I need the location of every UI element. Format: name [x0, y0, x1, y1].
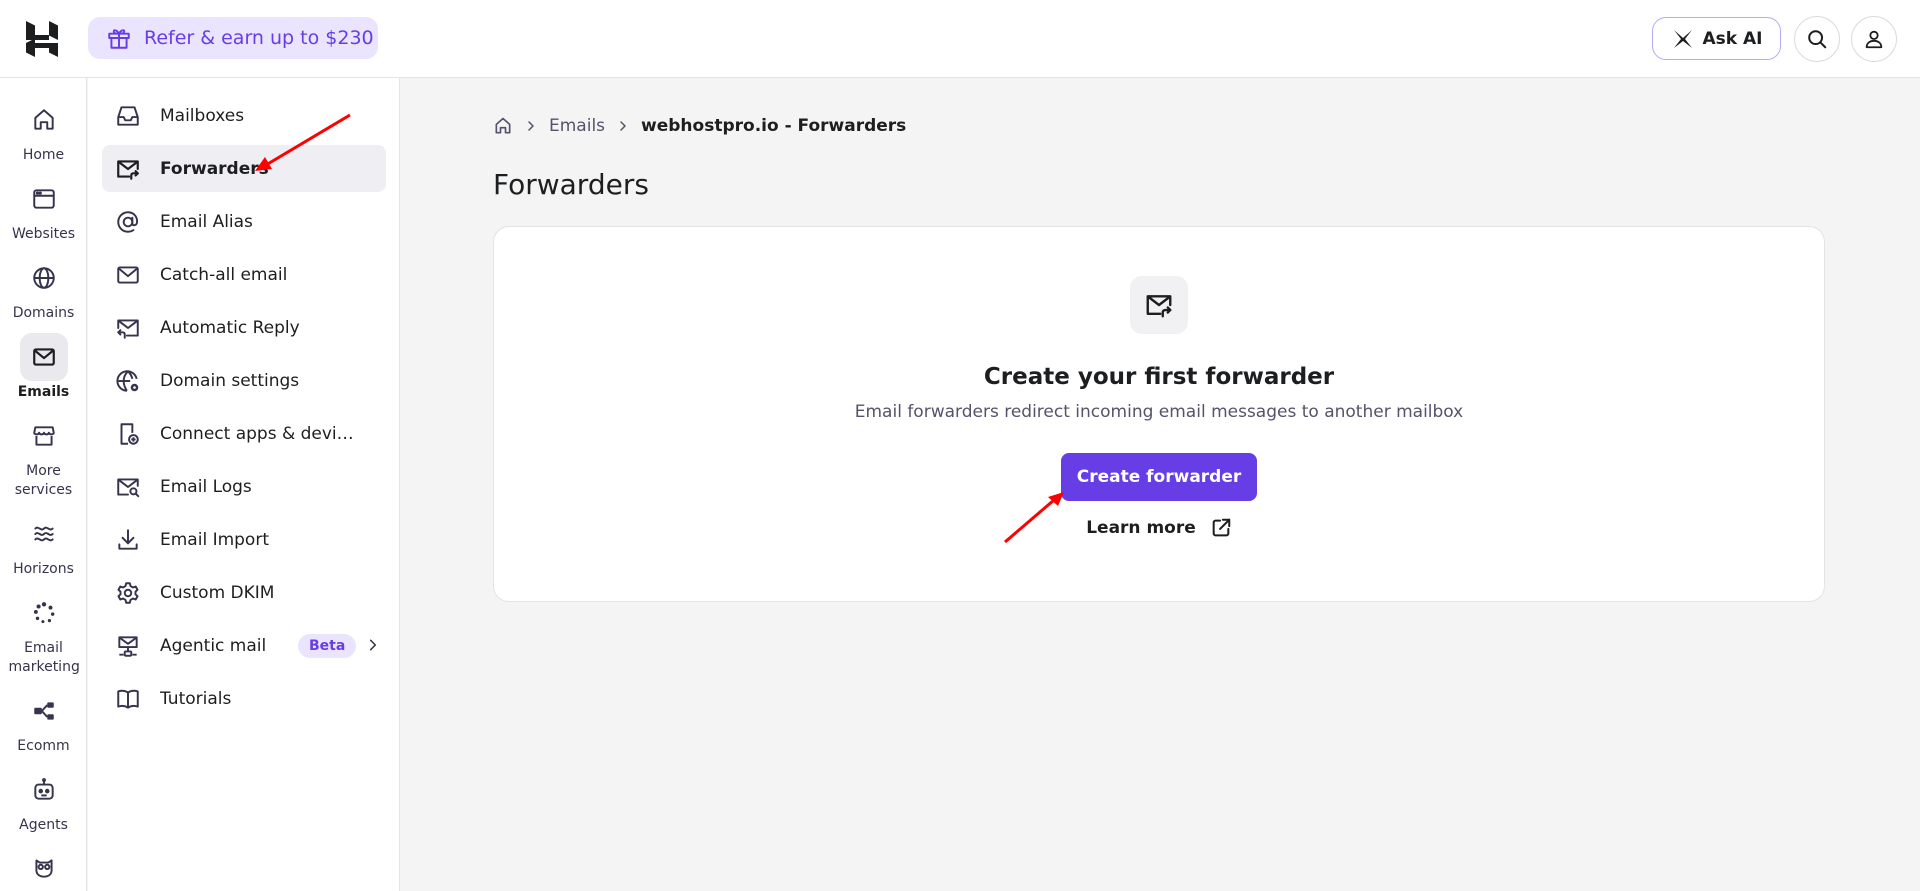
learn-more-link[interactable]: Learn more	[494, 517, 1824, 539]
home-icon	[20, 96, 68, 144]
gear-icon	[114, 579, 142, 607]
sparkle-icon	[1671, 27, 1695, 51]
ask-ai-button[interactable]: Ask AI	[1652, 17, 1781, 60]
gift-icon	[106, 25, 132, 51]
browser-icon	[20, 175, 68, 223]
store-icon	[20, 412, 68, 460]
rail-item-ecomm[interactable]: Ecomm	[0, 687, 87, 756]
home-icon[interactable]	[493, 116, 513, 136]
search-button[interactable]	[1794, 16, 1840, 62]
email-sidebar: Mailboxes Forwarders Email Alias Catch-a…	[88, 78, 400, 891]
ask-ai-label: Ask AI	[1702, 28, 1763, 49]
rail-item-home[interactable]: Home	[0, 96, 87, 165]
sidebar-item-email-logs[interactable]: Email Logs	[102, 463, 386, 510]
rail-item-domains[interactable]: Domains	[0, 254, 87, 323]
book-icon	[114, 685, 142, 713]
mail-icon	[19, 333, 68, 381]
email-marketing-icon	[20, 589, 68, 637]
chevron-right-icon	[617, 120, 629, 132]
globe-icon	[20, 254, 68, 302]
beta-badge: Beta	[298, 634, 357, 658]
sidebar-item-forwarders[interactable]: Forwarders	[102, 145, 386, 192]
chevron-right-icon	[366, 638, 380, 652]
create-forwarder-button[interactable]: Create forwarder	[1061, 453, 1257, 501]
empty-state-card: Create your first forwarder Email forwar…	[493, 226, 1825, 602]
rail-item-emails[interactable]: Emails	[0, 333, 87, 402]
sidebar-item-catch-all-email[interactable]: Catch-all email	[102, 251, 386, 298]
sidebar-item-domain-settings[interactable]: Domain settings	[102, 357, 386, 404]
robot-icon	[20, 766, 68, 814]
sidebar-item-email-alias[interactable]: Email Alias	[102, 198, 386, 245]
mail-search-icon	[114, 473, 142, 501]
sidebar-item-automatic-reply[interactable]: Automatic Reply	[102, 304, 386, 351]
envelope-icon	[114, 261, 142, 289]
top-bar: Refer & earn up to $230 Ask AI	[0, 0, 1920, 78]
empty-state-description: Email forwarders redirect incoming email…	[854, 402, 1464, 422]
horizons-icon	[20, 510, 68, 558]
at-sign-icon	[114, 208, 142, 236]
refer-label: Refer & earn up to $230	[144, 27, 374, 49]
refer-earn-button[interactable]: Refer & earn up to $230	[88, 17, 378, 59]
sidebar-item-mailboxes[interactable]: Mailboxes	[102, 92, 386, 139]
sidebar-item-agentic-mail[interactable]: Agentic mail Beta	[102, 622, 386, 669]
main-nav-rail: Home Websites Domains Emails More servic…	[0, 78, 87, 891]
sidebar-item-custom-dkim[interactable]: Custom DKIM	[102, 569, 386, 616]
rail-item-agents[interactable]: Agents	[0, 766, 87, 835]
owl-icon	[20, 844, 68, 891]
breadcrumb-current: webhostpro.io - Forwarders	[641, 116, 907, 136]
search-icon	[1806, 28, 1828, 50]
breadcrumb: Emails webhostpro.io - Forwarders	[493, 116, 906, 136]
rail-item-more-services[interactable]: More services	[0, 412, 87, 500]
user-icon	[1863, 28, 1885, 50]
rail-item-email-marketing[interactable]: Email marketing	[0, 589, 87, 677]
hostinger-logo[interactable]	[22, 19, 62, 59]
page-title: Forwarders	[493, 168, 649, 201]
empty-state-title: Create your first forwarder	[983, 364, 1335, 390]
account-button[interactable]	[1851, 16, 1897, 62]
rail-item-websites[interactable]: Websites	[0, 175, 87, 244]
rail-item-horizons[interactable]: Horizons	[0, 510, 87, 579]
globe-settings-icon	[114, 367, 142, 395]
rail-item-owl[interactable]	[0, 844, 87, 891]
mail-forward-icon	[114, 155, 142, 183]
download-icon	[114, 526, 142, 554]
mail-forward-icon	[1130, 276, 1188, 334]
ecomm-icon	[20, 687, 68, 735]
mail-reply-icon	[114, 314, 142, 342]
learn-more-label: Learn more	[1086, 518, 1196, 538]
sidebar-item-tutorials[interactable]: Tutorials	[102, 675, 386, 722]
device-icon	[114, 420, 142, 448]
sidebar-item-email-import[interactable]: Email Import	[102, 516, 386, 563]
inbox-icon	[114, 102, 142, 130]
external-link-icon	[1210, 517, 1232, 539]
sidebar-item-connect-apps[interactable]: Connect apps & devic...	[102, 410, 386, 457]
agentic-mail-icon	[114, 632, 142, 660]
chevron-right-icon	[525, 120, 537, 132]
breadcrumb-emails[interactable]: Emails	[549, 116, 605, 136]
